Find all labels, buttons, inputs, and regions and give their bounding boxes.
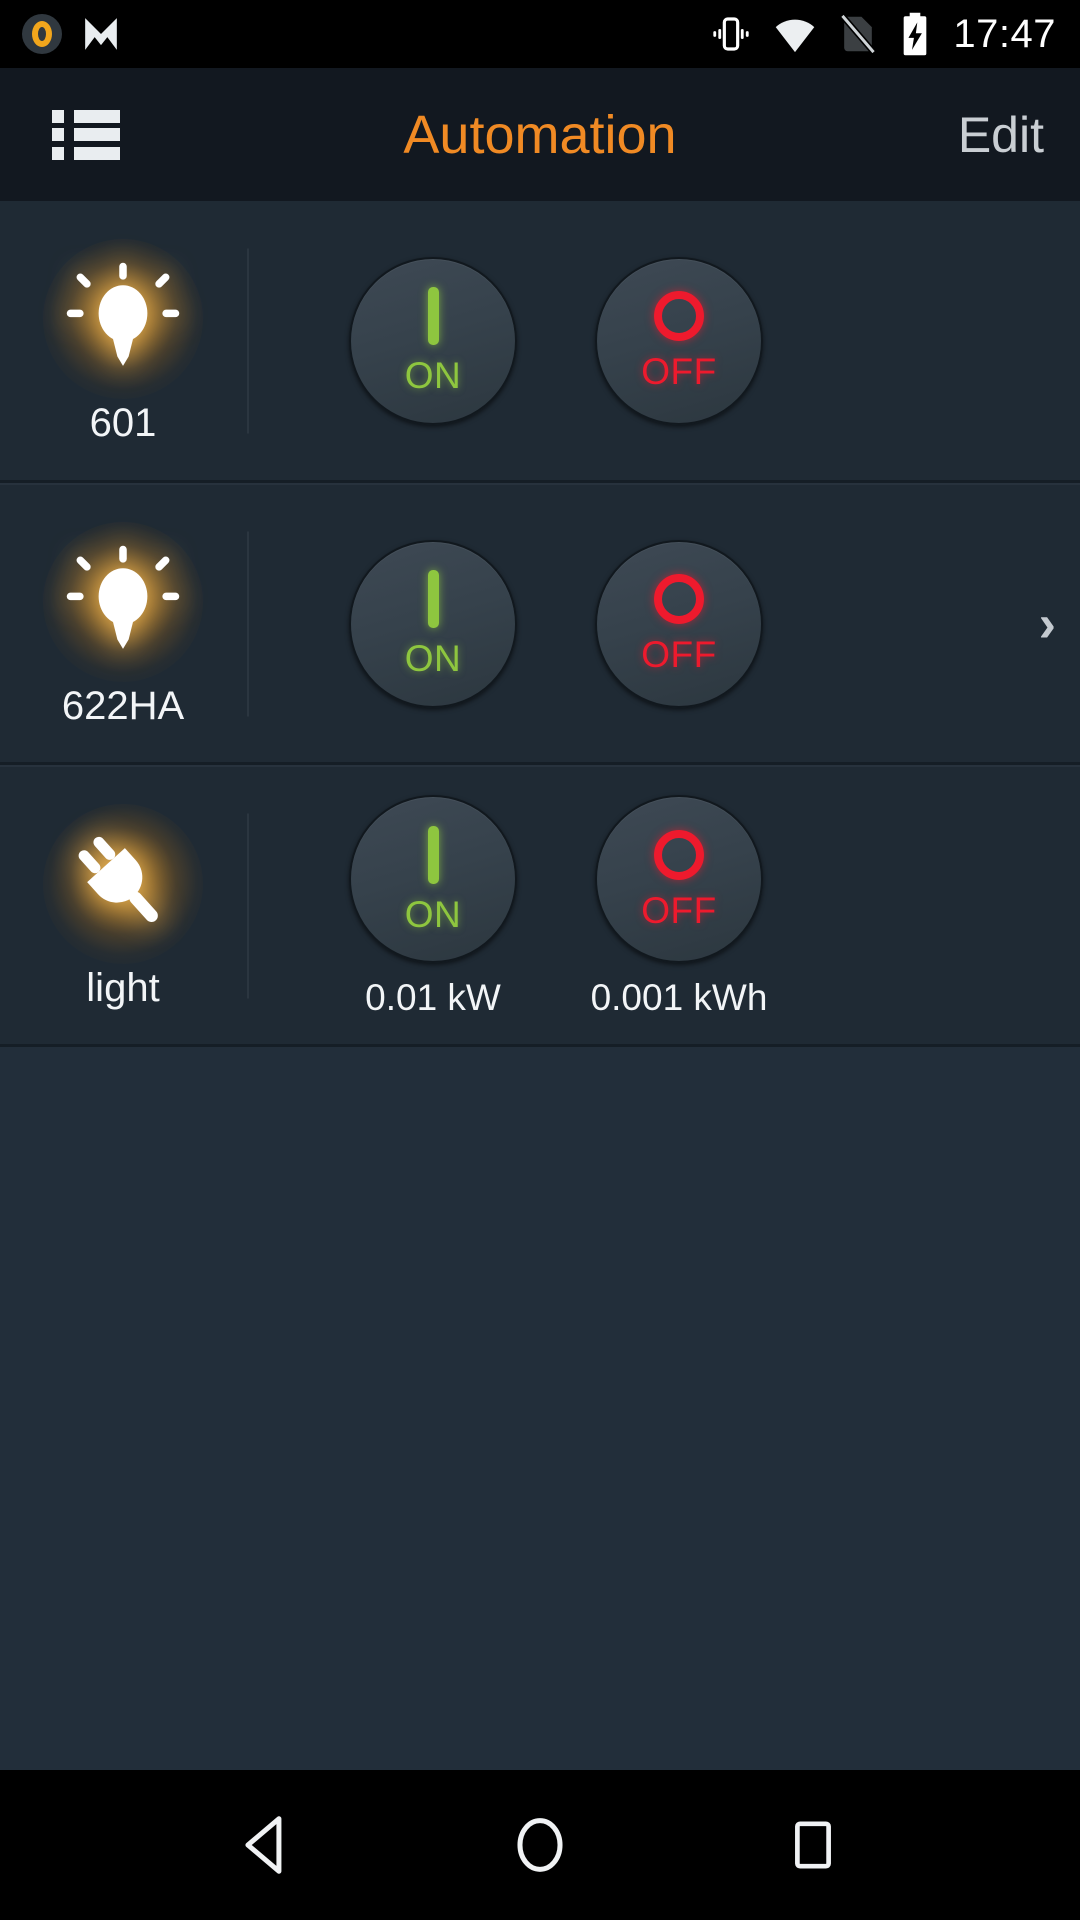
power-off-button[interactable]: OFF: [595, 256, 763, 425]
device-cell[interactable]: 622HA: [0, 485, 246, 762]
device-controls: ON OFF: [246, 539, 1080, 708]
app-circle-icon: [22, 14, 62, 54]
power-on-button[interactable]: ON: [349, 539, 517, 708]
wifi-icon: [773, 14, 817, 54]
power-plug-icon: [43, 803, 203, 964]
off-control: OFF: [594, 256, 764, 425]
table-row[interactable]: 622HA ON OFF ›: [0, 483, 1080, 765]
recents-square-icon[interactable]: [768, 1800, 858, 1890]
power-on-button[interactable]: ON: [349, 795, 517, 963]
power-off-ring-icon: [654, 574, 704, 624]
vibrate-icon: [711, 14, 751, 54]
off-label: OFF: [641, 634, 717, 675]
chevron-right-icon[interactable]: ›: [1039, 598, 1056, 650]
device-cell[interactable]: light: [0, 767, 246, 1044]
power-off-button[interactable]: OFF: [595, 539, 763, 708]
power-on-bar-icon: [427, 570, 439, 628]
power-on-bar-icon: [427, 825, 439, 884]
phone-screen: 17:47 Automation Edit 601 ON OFF 622HA O…: [0, 0, 1080, 1920]
gmail-m-icon: [82, 15, 120, 53]
energy-meter: 0.001 kWh: [590, 977, 768, 1018]
power-off-ring-icon: [654, 829, 704, 880]
row-divider: [247, 813, 249, 998]
row-divider: [247, 248, 249, 433]
off-label: OFF: [641, 351, 717, 392]
back-triangle-icon[interactable]: [222, 1800, 312, 1890]
power-off-ring-icon: [654, 291, 704, 341]
row-divider: [247, 531, 249, 716]
empty-list-area: [0, 1047, 1080, 1770]
status-bar-clock: 17:47: [953, 12, 1056, 56]
power-meter: 0.01 kW: [365, 977, 501, 1018]
table-row[interactable]: 601 ON OFF: [0, 201, 1080, 483]
page-title: Automation: [403, 104, 677, 165]
off-control: OFF: [594, 539, 764, 708]
device-controls: ON OFF: [246, 256, 1080, 425]
off-control: OFF 0.001 kWh: [591, 795, 767, 1016]
on-label: ON: [404, 893, 462, 935]
on-label: ON: [404, 638, 462, 679]
device-name: 601: [89, 400, 157, 445]
on-control: ON 0.01 kW: [348, 795, 518, 1016]
list-menu-icon[interactable]: [52, 107, 122, 163]
app-bar: Automation Edit: [0, 68, 1080, 201]
device-controls: ON 0.01 kW OFF 0.001 kWh: [246, 795, 1080, 1016]
table-row[interactable]: light ON 0.01 kW OFF 0.001 kWh: [0, 765, 1080, 1047]
lightbulb-icon: [43, 238, 203, 399]
status-bar-left-icons: [22, 14, 120, 54]
home-circle-icon[interactable]: [495, 1800, 585, 1890]
on-label: ON: [404, 355, 462, 396]
power-on-bar-icon: [427, 287, 439, 345]
power-off-button[interactable]: OFF: [595, 795, 763, 963]
power-on-button[interactable]: ON: [349, 256, 517, 425]
automation-device-list: 601 ON OFF 622HA ON OFF › light ON 0.01 …: [0, 201, 1080, 1047]
off-label: OFF: [641, 889, 717, 931]
no-sim-icon: [839, 13, 877, 55]
battery-charging-icon: [899, 11, 931, 57]
device-name: light: [86, 965, 160, 1010]
status-bar: 17:47: [0, 0, 1080, 68]
device-name: 622HA: [61, 683, 185, 728]
on-control: ON: [348, 256, 518, 425]
edit-button[interactable]: Edit: [958, 110, 1044, 160]
lightbulb-icon: [43, 521, 203, 682]
on-control: ON: [348, 539, 518, 708]
android-nav-bar: [0, 1770, 1080, 1920]
device-cell[interactable]: 601: [0, 201, 246, 480]
status-bar-right-icons: 17:47: [711, 11, 1056, 57]
